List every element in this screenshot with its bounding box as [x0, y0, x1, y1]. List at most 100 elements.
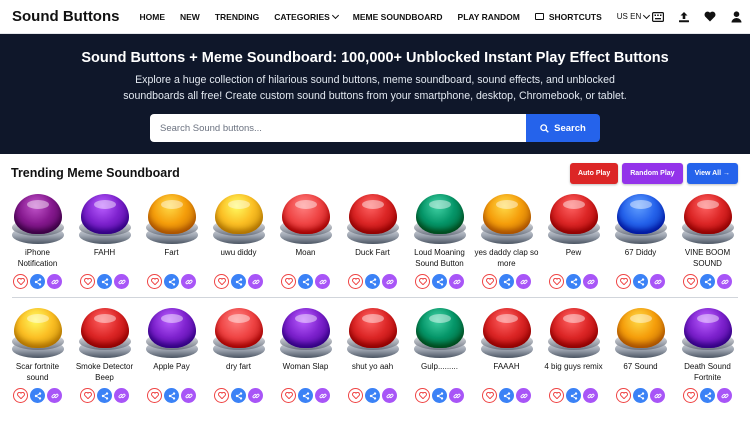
sound-button-label[interactable]: Duck Fart [340, 247, 406, 271]
sound-play-button[interactable] [277, 192, 335, 244]
sound-play-button[interactable] [545, 306, 603, 358]
nav-categories[interactable]: CATEGORIES [274, 11, 339, 22]
sound-play-button[interactable] [478, 306, 536, 358]
favorite-button[interactable] [616, 274, 631, 289]
sound-button-label[interactable]: shut yo aah [340, 361, 406, 385]
share-button[interactable] [566, 274, 581, 289]
sound-play-button[interactable] [76, 306, 134, 358]
sound-play-button[interactable] [277, 306, 335, 358]
favorite-button[interactable] [281, 274, 296, 289]
sound-play-button[interactable] [612, 192, 670, 244]
copy-link-button[interactable] [382, 388, 397, 403]
sound-play-button[interactable] [210, 306, 268, 358]
share-button[interactable] [298, 388, 313, 403]
copy-link-button[interactable] [181, 274, 196, 289]
copy-link-button[interactable] [181, 388, 196, 403]
copy-link-button[interactable] [583, 388, 598, 403]
share-button[interactable] [97, 274, 112, 289]
sound-button-label[interactable]: iPhone Notification [5, 247, 71, 271]
sound-button-label[interactable]: 67 Diddy [608, 247, 674, 271]
copy-link-button[interactable] [717, 388, 732, 403]
favorite-button[interactable] [683, 388, 698, 403]
share-button[interactable] [30, 274, 45, 289]
sound-button-label[interactable]: 67 Sound [608, 361, 674, 385]
keyboard-shortcuts-icon[interactable] [652, 11, 664, 23]
sound-button-label[interactable]: Apple Pay [139, 361, 205, 385]
share-button[interactable] [231, 388, 246, 403]
copy-link-button[interactable] [315, 388, 330, 403]
sound-play-button[interactable] [9, 192, 67, 244]
copy-link-button[interactable] [47, 388, 62, 403]
user-icon[interactable] [730, 10, 742, 23]
sound-play-button[interactable] [344, 306, 402, 358]
favorite-button[interactable] [549, 274, 564, 289]
sound-button-label[interactable]: uwu diddy [206, 247, 272, 271]
share-button[interactable] [700, 274, 715, 289]
upload-icon[interactable] [678, 11, 690, 23]
share-button[interactable] [432, 274, 447, 289]
favorite-button[interactable] [214, 388, 229, 403]
nav-trending[interactable]: TRENDING [215, 12, 259, 22]
sound-play-button[interactable] [679, 192, 737, 244]
copy-link-button[interactable] [47, 274, 62, 289]
copy-link-button[interactable] [114, 388, 129, 403]
sound-play-button[interactable] [143, 306, 201, 358]
sound-button-label[interactable]: Death Sound Fortnite [675, 361, 741, 385]
copy-link-button[interactable] [449, 274, 464, 289]
sound-button-label[interactable]: 4 big guys remix [541, 361, 607, 385]
sound-button-label[interactable]: Pew [541, 247, 607, 271]
sound-button-label[interactable]: FAHH [72, 247, 138, 271]
favorite-button[interactable] [482, 274, 497, 289]
nav-new[interactable]: NEW [180, 12, 200, 22]
share-button[interactable] [365, 274, 380, 289]
sound-play-button[interactable] [411, 306, 469, 358]
nav-shortcuts[interactable]: SHORTCUTS [534, 12, 602, 22]
sound-button-label[interactable]: Smoke Detector Beep [72, 361, 138, 385]
sound-play-button[interactable] [143, 192, 201, 244]
favorite-button[interactable] [348, 274, 363, 289]
share-button[interactable] [700, 388, 715, 403]
sound-button-label[interactable]: Gulp......... [407, 361, 473, 385]
auto-play-button[interactable]: Auto Play [569, 162, 619, 184]
favorite-button[interactable] [80, 388, 95, 403]
copy-link-button[interactable] [449, 388, 464, 403]
sound-play-button[interactable] [9, 306, 67, 358]
search-button[interactable]: Search [526, 114, 600, 142]
copy-link-button[interactable] [717, 274, 732, 289]
copy-link-button[interactable] [248, 388, 263, 403]
favorite-button[interactable] [281, 388, 296, 403]
favorite-button[interactable] [348, 388, 363, 403]
sound-play-button[interactable] [612, 306, 670, 358]
random-play-button[interactable]: Random Play [622, 162, 683, 184]
favorite-button[interactable] [415, 388, 430, 403]
sound-button-label[interactable]: Woman Slap [273, 361, 339, 385]
share-button[interactable] [499, 388, 514, 403]
nav-home[interactable]: HOME [139, 12, 165, 22]
favorite-button[interactable] [616, 388, 631, 403]
favorite-button[interactable] [482, 388, 497, 403]
favorite-button[interactable] [147, 388, 162, 403]
share-button[interactable] [432, 388, 447, 403]
sound-button-label[interactable]: FAAAH [474, 361, 540, 385]
sound-play-button[interactable] [478, 192, 536, 244]
sound-play-button[interactable] [679, 306, 737, 358]
sound-button-label[interactable]: dry fart [206, 361, 272, 385]
sound-play-button[interactable] [545, 192, 603, 244]
sound-play-button[interactable] [76, 192, 134, 244]
copy-link-button[interactable] [650, 388, 665, 403]
favorite-button[interactable] [13, 274, 28, 289]
sound-button-label[interactable]: Scar fortnite sound [5, 361, 71, 385]
share-button[interactable] [499, 274, 514, 289]
share-button[interactable] [365, 388, 380, 403]
sound-button-label[interactable]: yes daddy clap so more [474, 247, 540, 271]
site-logo[interactable]: Sound Buttons [12, 8, 119, 25]
favorite-button[interactable] [415, 274, 430, 289]
heart-icon[interactable] [704, 11, 716, 23]
share-button[interactable] [97, 388, 112, 403]
favorite-button[interactable] [549, 388, 564, 403]
sound-button-label[interactable]: Moan [273, 247, 339, 271]
nav-play-random[interactable]: PLAY RANDOM [458, 12, 520, 22]
favorite-button[interactable] [683, 274, 698, 289]
favorite-button[interactable] [214, 274, 229, 289]
sound-play-button[interactable] [344, 192, 402, 244]
